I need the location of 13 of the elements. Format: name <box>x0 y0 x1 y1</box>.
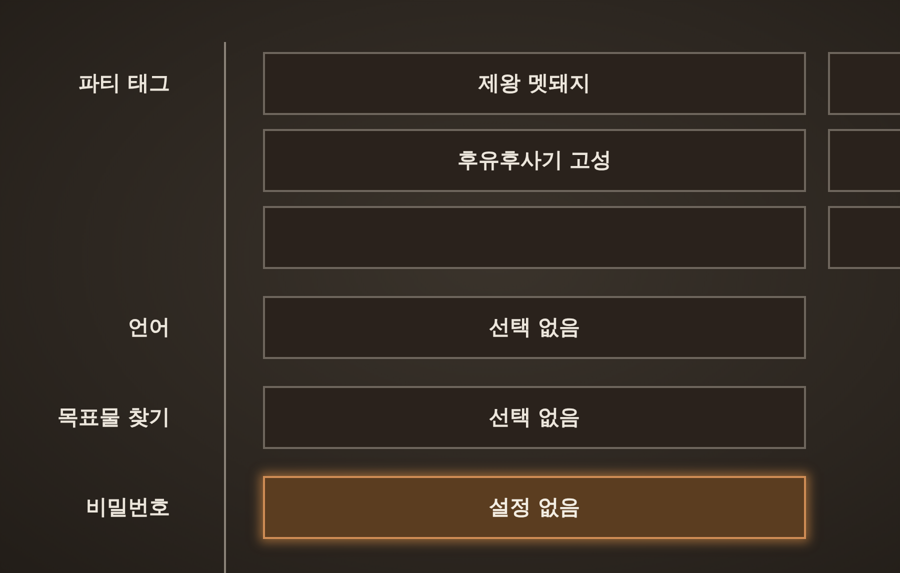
option-button[interactable]: 선택 없음 <box>263 296 806 359</box>
side-slot[interactable] <box>828 129 900 192</box>
option-button[interactable]: 선택 없음 <box>263 386 806 449</box>
option-button[interactable]: 후유후사기 고성 <box>263 129 806 192</box>
option-button[interactable]: 제왕 멧돼지 <box>263 52 806 115</box>
setting-label: 언어 <box>128 314 170 341</box>
side-slot[interactable] <box>828 52 900 115</box>
setting-label: 파티 태그 <box>78 70 170 97</box>
option-button[interactable]: 설정 없음 <box>263 476 806 539</box>
setting-label: 목표물 찾기 <box>58 404 170 431</box>
setting-label: 비밀번호 <box>86 494 170 521</box>
empty-slot-button[interactable] <box>263 206 806 269</box>
side-slot[interactable] <box>828 206 900 269</box>
